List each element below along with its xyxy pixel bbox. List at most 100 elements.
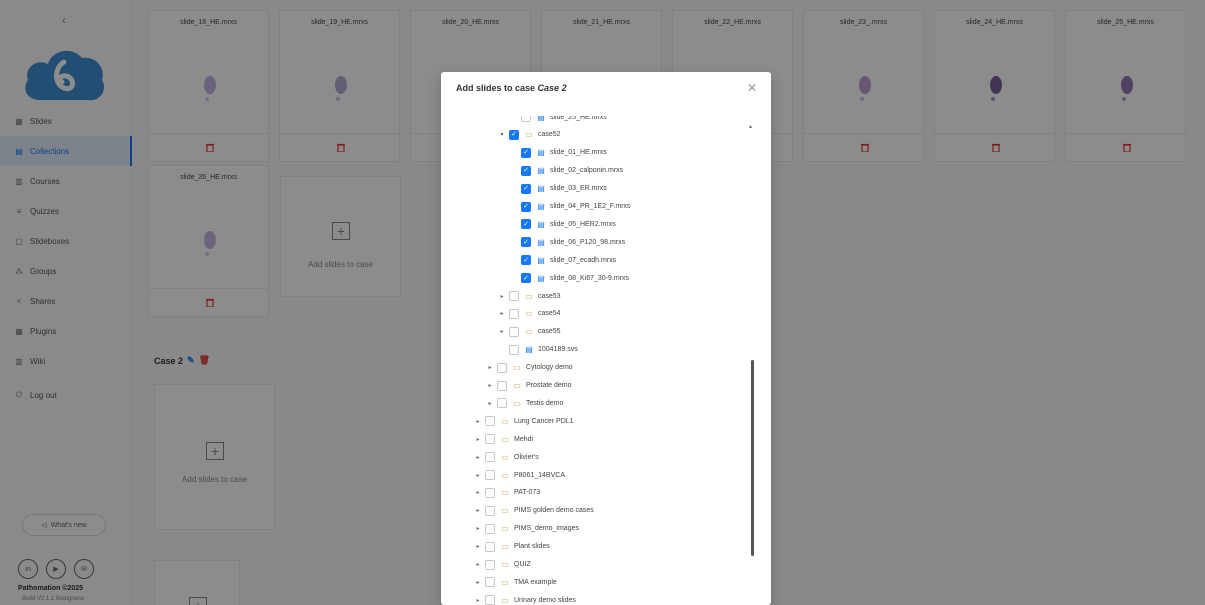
tree-folder-row[interactable]: ▸ ▭ Mehdi (474, 430, 533, 448)
tree-checkbox[interactable] (497, 380, 507, 391)
tree-checkbox[interactable] (485, 541, 495, 552)
tree-file-row[interactable]: ▤ 1004189.svs (498, 341, 578, 359)
tree-folder-row[interactable]: ▸ ▭ PIMS golden demo cases (474, 502, 594, 520)
tree-checkbox[interactable]: ✓ (521, 237, 531, 248)
caret-right-icon[interactable]: ▸ (474, 561, 482, 568)
tree-file-row[interactable]: ✓ ▤ slide_02_calponin.mrxs (510, 162, 623, 180)
tree-checkbox[interactable] (509, 344, 519, 355)
tree-node-label: slide_01_HE.mrxs (550, 149, 607, 157)
folder-icon: ▭ (501, 524, 509, 534)
tree-folder-row[interactable]: ▸ ▭ QUIZ (474, 556, 531, 574)
tree-file-row[interactable]: ▤ slide_25_HE.mrxs (510, 116, 607, 126)
tree-checkbox[interactable] (521, 116, 531, 122)
tree-folder-row[interactable]: ▸ ▭ case53 (498, 287, 561, 305)
caret-right-icon[interactable]: ▸ (498, 328, 506, 335)
scroll-up-arrow[interactable]: ▴ (749, 123, 752, 130)
tree-folder-row[interactable]: ▸ ▭ TMA example (474, 573, 557, 591)
caret-right-icon[interactable]: ▸ (474, 597, 482, 604)
tree-checkbox[interactable]: ✓ (521, 201, 531, 212)
tree-checkbox[interactable]: ✓ (521, 183, 531, 194)
tree-checkbox[interactable] (485, 434, 495, 445)
tree-checkbox[interactable] (485, 505, 495, 516)
tree-file-row[interactable]: ✓ ▤ slide_04_PR_1E2_F.mrxs (510, 198, 631, 216)
tree-node-label: TMA example (514, 578, 557, 586)
tree-node-label: Lung Cancer PDL1 (514, 417, 574, 425)
caret-right-icon[interactable]: ▸ (498, 293, 506, 300)
tree-folder-row[interactable]: ▸ ▭ Cytology demo (486, 359, 573, 377)
tree-node-label: slide_08_Ki67_30-9.mrxs (550, 274, 629, 282)
caret-right-icon[interactable]: ▸ (474, 418, 482, 425)
tree-folder-row[interactable]: ▸ ▭ P8061_14BVCA (474, 466, 565, 484)
tree-node-label: slide_25_HE.mrxs (550, 116, 607, 121)
caret-right-icon[interactable]: ▸ (474, 454, 482, 461)
tree-checkbox[interactable] (497, 398, 507, 409)
tree-node-label: slide_03_ER.mrxs (550, 185, 607, 193)
tree-checkbox[interactable] (509, 308, 519, 319)
tree-folder-row[interactable]: ▸ ▭ case54 (498, 305, 561, 323)
tree-checkbox[interactable]: ✓ (521, 147, 531, 158)
tree-node-label: case54 (538, 310, 561, 318)
tree-file-row[interactable]: ✓ ▤ slide_05_HER2.mrxs (510, 215, 616, 233)
tree-file-row[interactable]: ✓ ▤ slide_08_Ki67_30-9.mrxs (510, 269, 629, 287)
tree-checkbox[interactable]: ✓ (521, 273, 531, 284)
tree-file-row[interactable]: ✓ ▤ slide_01_HE.mrxs (510, 144, 607, 162)
caret-right-icon[interactable]: ▸ (474, 525, 482, 532)
folder-icon: ▭ (513, 381, 521, 390)
tree-checkbox[interactable] (485, 577, 495, 588)
caret-right-icon[interactable]: ▸ (474, 472, 482, 479)
tree-checkbox[interactable] (485, 595, 495, 605)
tree-checkbox[interactable] (497, 362, 507, 373)
close-icon[interactable]: ✕ (745, 81, 759, 95)
tree-node-label: case55 (538, 328, 561, 336)
add-slides-modal: Add slides to case Case 2 ✕ ▤ slide_25_HE… (441, 72, 771, 605)
modal-header: Add slides to case Case 2 ✕ (441, 72, 771, 104)
caret-right-icon[interactable]: ▸ (474, 579, 482, 586)
tree-node-label: slide_02_calponin.mrxs (550, 167, 624, 175)
tree-checkbox[interactable] (485, 470, 495, 480)
caret-right-icon[interactable]: ▸ (474, 507, 482, 514)
tree-checkbox[interactable] (509, 291, 519, 301)
caret-down-icon[interactable]: ▾ (498, 131, 506, 138)
tree-checkbox[interactable] (485, 452, 495, 463)
tree-folder-row[interactable]: ▸ ▭ case55 (498, 323, 561, 341)
tree-folder-row[interactable]: ▸ ▭ Urinary demo slides (474, 591, 576, 605)
tree-folder-row[interactable]: ▸ ▭ Olivier's (474, 448, 539, 466)
tree-node-label: Cytology demo (526, 364, 573, 372)
file-icon: ▤ (525, 345, 533, 355)
file-icon: ▤ (537, 255, 545, 265)
tree-checkbox[interactable]: ✓ (521, 165, 531, 176)
tree-folder-row[interactable]: ▸ ▭ Testis demo (486, 394, 563, 412)
caret-right-icon[interactable]: ▸ (498, 310, 506, 317)
tree-node-label: Plant slides (514, 543, 550, 551)
caret-right-icon[interactable]: ▸ (474, 436, 482, 443)
caret-right-icon[interactable]: ▸ (474, 489, 482, 496)
tree-file-row[interactable]: ✓ ▤ slide_06_P120_98.mrxs (510, 233, 625, 251)
caret-right-icon[interactable]: ▸ (474, 543, 482, 550)
tree-checkbox[interactable] (485, 416, 495, 427)
tree-node-label: QUIZ (514, 561, 531, 568)
tree-checkbox[interactable]: ✓ (509, 129, 519, 140)
tree-checkbox[interactable] (485, 487, 495, 498)
folder-icon: ▭ (501, 434, 509, 444)
caret-right-icon[interactable]: ▸ (486, 382, 494, 389)
caret-right-icon[interactable]: ▸ (486, 364, 494, 371)
tree-checkbox[interactable] (485, 559, 495, 570)
tree-checkbox[interactable] (485, 523, 495, 534)
tree-folder-row[interactable]: ▸ ▭ PAT-073 (474, 484, 540, 502)
tree-scrollbar[interactable] (751, 360, 754, 556)
tree-checkbox[interactable]: ✓ (521, 255, 531, 266)
tree-folder-row[interactable]: ▸ ▭ PIMS_demo_images (474, 520, 579, 538)
tree-file-row[interactable]: ✓ ▤ slide_07_ecadh.mrxs (510, 251, 616, 269)
file-icon: ▤ (537, 184, 545, 194)
file-icon: ▤ (537, 237, 545, 247)
caret-right-icon[interactable]: ▸ (486, 400, 494, 407)
tree-node-label: Prostate demo (526, 382, 572, 389)
tree-folder-row[interactable]: ▸ ▭ Plant slides (474, 538, 550, 556)
tree-checkbox[interactable]: ✓ (521, 219, 531, 230)
tree-folder-row[interactable]: ▸ ▭ Lung Cancer PDL1 (474, 412, 574, 430)
tree-folder-row[interactable]: ▾ ✓ ▭ case52 (498, 126, 561, 144)
tree-file-row[interactable]: ✓ ▤ slide_03_ER.mrxs (510, 180, 607, 198)
tree-folder-row[interactable]: ▸ ▭ Prostate demo (486, 377, 572, 395)
tree-checkbox[interactable] (509, 326, 519, 337)
tree-node-label: case53 (538, 292, 561, 300)
